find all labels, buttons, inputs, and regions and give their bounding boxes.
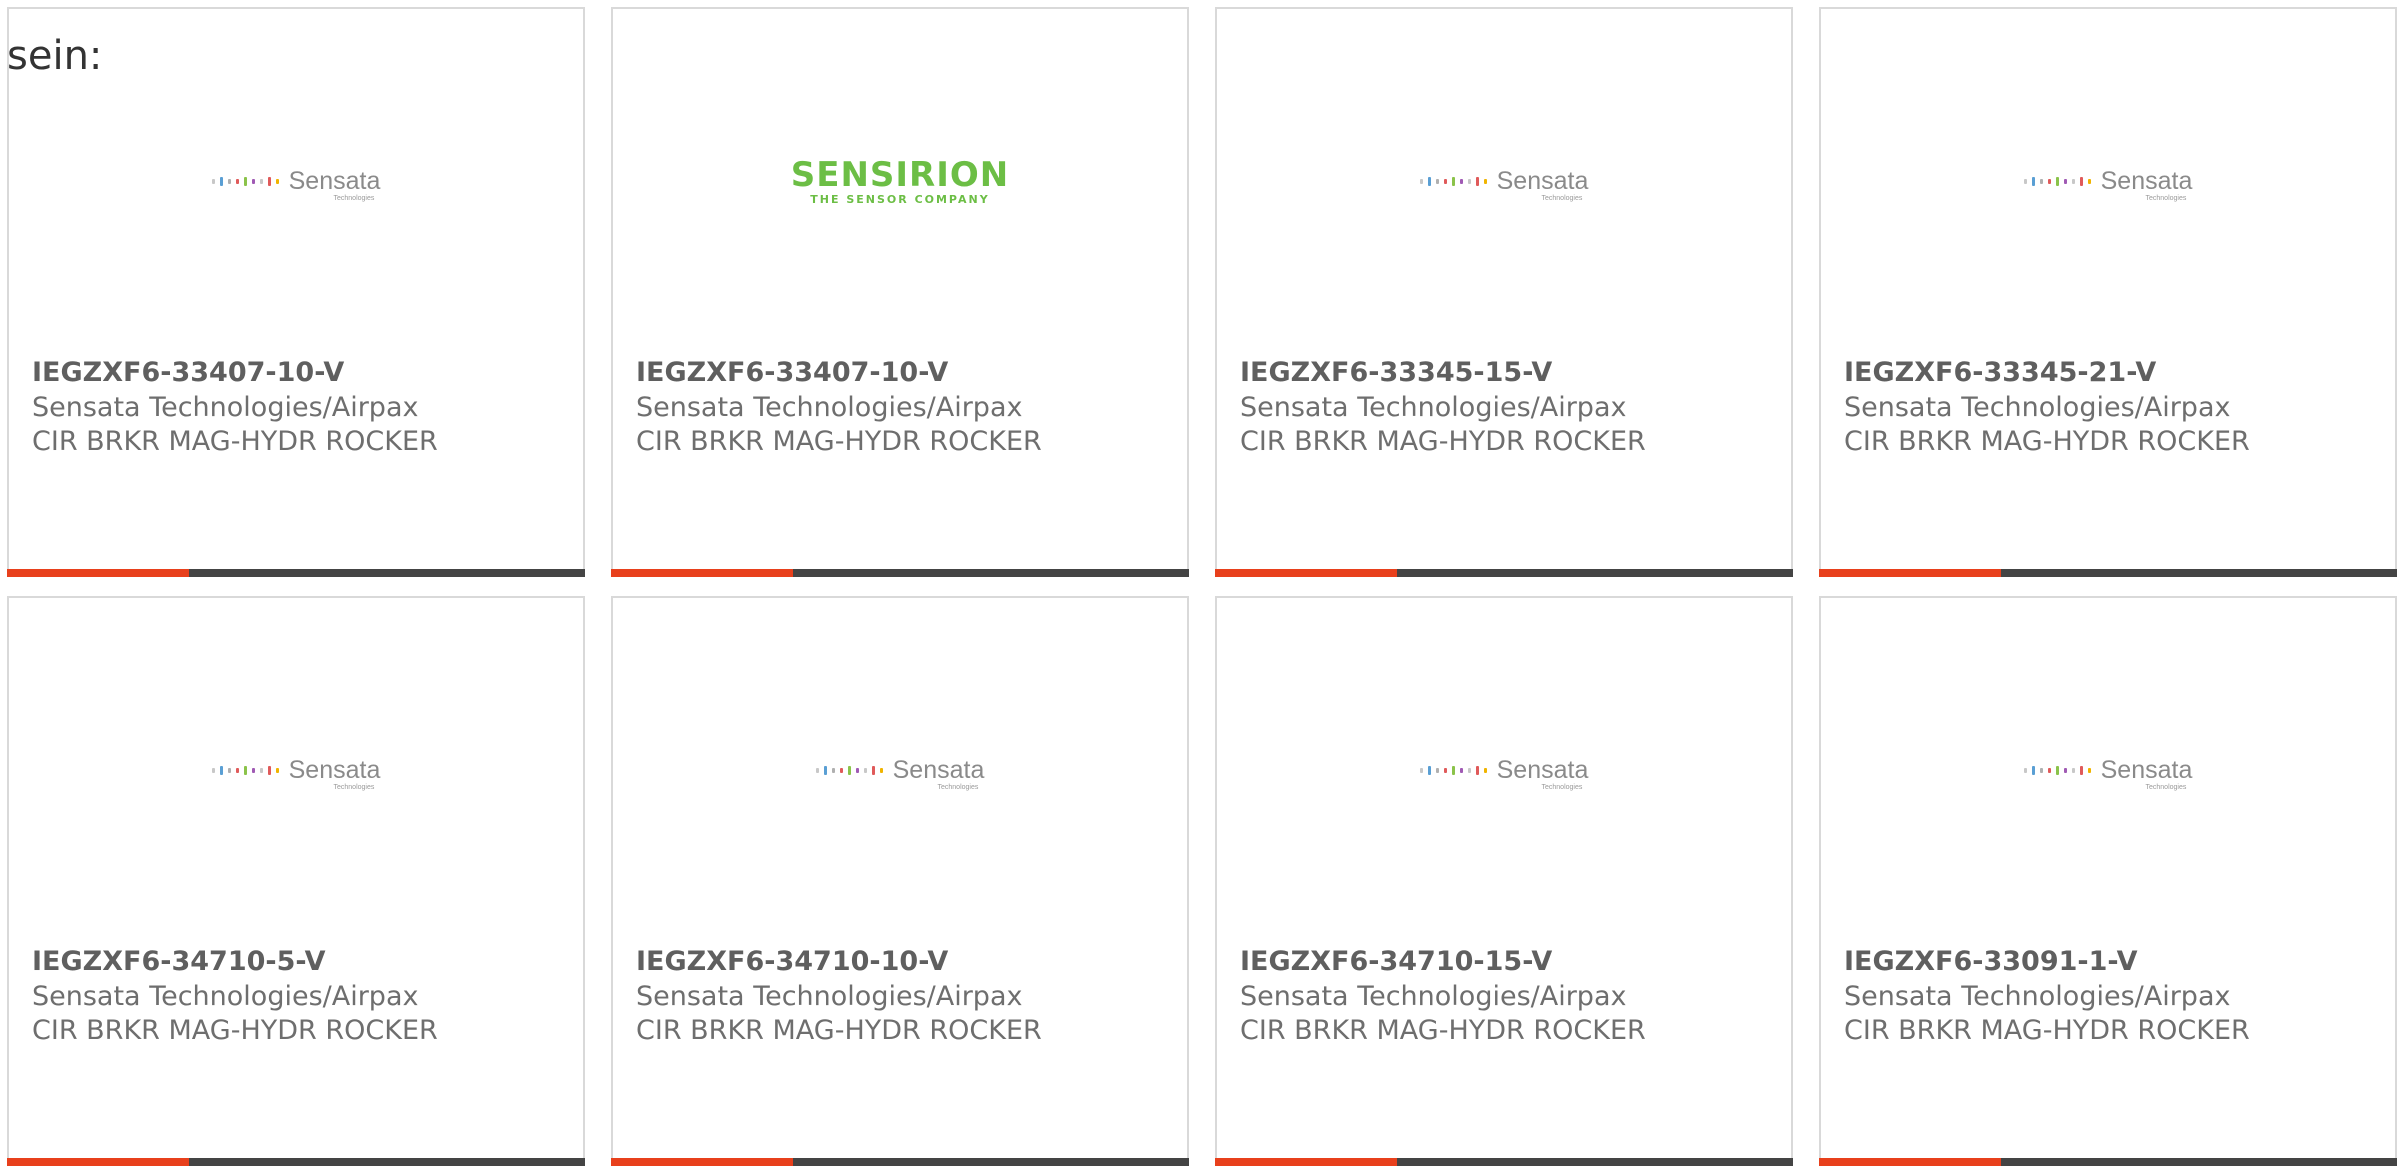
- product-description: CIR BRKR MAG-HYDR ROCKER: [32, 1015, 438, 1046]
- logo-subtext: Technologies: [333, 783, 375, 791]
- logo-text: Sensata Technologies: [1496, 755, 1589, 791]
- product-info: IEGZXF6-33345-21-V Sensata Technologies/A…: [1844, 355, 2250, 459]
- card-accent-bar: [611, 569, 793, 577]
- card-bottom-bar: [1819, 569, 2397, 577]
- product-card[interactable]: Sensata Technologies IEGZXF6-33407-10-V Sen…: [7, 7, 585, 577]
- sensata-logo: Sensata Technologies: [211, 166, 381, 202]
- card-accent-bar: [7, 569, 189, 577]
- product-card[interactable]: Sensata Technologies IEGZXF6-34710-5-V Sens…: [7, 596, 585, 1166]
- product-info: IEGZXF6-33407-10-V Sensata Technologies/A…: [636, 355, 1042, 459]
- manufacturer-name: Sensata Technologies/Airpax: [1240, 392, 1627, 423]
- manufacturer-logo: Sensata Technologies: [1821, 159, 2395, 203]
- logo-subtext: Technologies: [2145, 194, 2187, 202]
- product-card[interactable]: SENSIRION THE SENSOR COMPANY IEGZXF6-33407…: [611, 7, 1189, 577]
- manufacturer-name: Sensata Technologies/Airpax: [1844, 392, 2231, 423]
- product-description: CIR BRKR MAG-HYDR ROCKER: [1844, 426, 2250, 457]
- card-accent-bar: [1215, 1158, 1397, 1166]
- product-info: IEGZXF6-33091-1-V Sensata Technologies/Ai…: [1844, 944, 2250, 1048]
- logo-dots-icon: [1419, 765, 1487, 775]
- part-number[interactable]: IEGZXF6-33091-1-V: [1844, 944, 2250, 980]
- product-info: IEGZXF6-33407-10-V Sensata Technologies/A…: [32, 355, 438, 459]
- sensata-logo: Sensata Technologies: [1419, 755, 1589, 791]
- logo-subtext: Technologies: [1541, 194, 1583, 202]
- product-description: CIR BRKR MAG-HYDR ROCKER: [1240, 426, 1646, 457]
- logo-text: Sensata Technologies: [288, 166, 381, 202]
- logo-subtext: Technologies: [1541, 783, 1583, 791]
- card-bottom-bar: [611, 1158, 1189, 1166]
- product-description: CIR BRKR MAG-HYDR ROCKER: [636, 426, 1042, 457]
- logo-dots-icon: [815, 765, 883, 775]
- logo-dots-icon: [1419, 176, 1487, 186]
- sensata-logo: Sensata Technologies: [2023, 755, 2193, 791]
- logo-dots-icon: [2023, 176, 2091, 186]
- card-bottom-bar: [1819, 1158, 2397, 1166]
- card-accent-bar: [1215, 569, 1397, 577]
- card-accent-bar: [7, 1158, 189, 1166]
- product-card[interactable]: Sensata Technologies IEGZXF6-33345-15-V Sen…: [1215, 7, 1793, 577]
- product-description: CIR BRKR MAG-HYDR ROCKER: [636, 1015, 1042, 1046]
- intro-text: sein:: [7, 33, 103, 79]
- card-accent-bar: [611, 1158, 793, 1166]
- product-info: IEGZXF6-33345-15-V Sensata Technologies/A…: [1240, 355, 1646, 459]
- logo-dots-icon: [211, 765, 279, 775]
- product-info: IEGZXF6-34710-10-V Sensata Technologies/A…: [636, 944, 1042, 1048]
- part-number[interactable]: IEGZXF6-33345-21-V: [1844, 355, 2250, 391]
- part-number[interactable]: IEGZXF6-34710-10-V: [636, 944, 1042, 980]
- sensirion-logo: SENSIRION THE SENSOR COMPANY: [791, 158, 1010, 205]
- part-number[interactable]: IEGZXF6-33345-15-V: [1240, 355, 1646, 391]
- sensata-logo: Sensata Technologies: [211, 755, 381, 791]
- manufacturer-logo: SENSIRION THE SENSOR COMPANY: [613, 158, 1187, 205]
- logo-text: Sensata Technologies: [1496, 166, 1589, 202]
- manufacturer-logo: Sensata Technologies: [1217, 159, 1791, 203]
- product-info: IEGZXF6-34710-15-V Sensata Technologies/A…: [1240, 944, 1646, 1048]
- manufacturer-logo: Sensata Technologies: [1217, 748, 1791, 792]
- manufacturer-logo: Sensata Technologies: [1821, 748, 2395, 792]
- card-bottom-bar: [1215, 569, 1793, 577]
- card-bottom-bar: [1215, 1158, 1793, 1166]
- product-card[interactable]: Sensata Technologies IEGZXF6-34710-10-V Sen…: [611, 596, 1189, 1166]
- manufacturer-name: Sensata Technologies/Airpax: [636, 392, 1023, 423]
- card-accent-bar: [1819, 1158, 2001, 1166]
- manufacturer-logo: Sensata Technologies: [613, 748, 1187, 792]
- product-description: CIR BRKR MAG-HYDR ROCKER: [1240, 1015, 1646, 1046]
- product-description: CIR BRKR MAG-HYDR ROCKER: [32, 426, 438, 457]
- part-number[interactable]: IEGZXF6-33407-10-V: [636, 355, 1042, 391]
- manufacturer-name: Sensata Technologies/Airpax: [32, 981, 419, 1012]
- logo-dots-icon: [211, 176, 279, 186]
- manufacturer-name: Sensata Technologies/Airpax: [1844, 981, 2231, 1012]
- logo-dots-icon: [2023, 765, 2091, 775]
- logo-subtext: Technologies: [2145, 783, 2187, 791]
- card-accent-bar: [1819, 569, 2001, 577]
- sensata-logo: Sensata Technologies: [815, 755, 985, 791]
- manufacturer-name: Sensata Technologies/Airpax: [32, 392, 419, 423]
- manufacturer-logo: Sensata Technologies: [9, 748, 583, 792]
- card-bottom-bar: [611, 569, 1189, 577]
- product-info: IEGZXF6-34710-5-V Sensata Technologies/Ai…: [32, 944, 438, 1048]
- logo-text: Sensata Technologies: [892, 755, 985, 791]
- part-number[interactable]: IEGZXF6-34710-5-V: [32, 944, 438, 980]
- product-grid-page: sein: Sensata Technologies IEGZXF6-33407-1…: [0, 0, 2400, 1167]
- manufacturer-logo: Sensata Technologies: [9, 159, 583, 203]
- logo-text: Sensata Technologies: [2100, 166, 2193, 202]
- logo-text: Sensata Technologies: [288, 755, 381, 791]
- product-description: CIR BRKR MAG-HYDR ROCKER: [1844, 1015, 2250, 1046]
- card-bottom-bar: [7, 1158, 585, 1166]
- manufacturer-name: Sensata Technologies/Airpax: [1240, 981, 1627, 1012]
- product-card[interactable]: Sensata Technologies IEGZXF6-33091-1-V Sens…: [1819, 596, 2397, 1166]
- logo-text: SENSIRION: [790, 154, 1010, 195]
- part-number[interactable]: IEGZXF6-33407-10-V: [32, 355, 438, 391]
- sensata-logo: Sensata Technologies: [1419, 166, 1589, 202]
- logo-subtext: Technologies: [937, 783, 979, 791]
- product-card[interactable]: Sensata Technologies IEGZXF6-33345-21-V Sen…: [1819, 7, 2397, 577]
- logo-subtext: THE SENSOR COMPANY: [810, 192, 990, 206]
- sensata-logo: Sensata Technologies: [2023, 166, 2193, 202]
- manufacturer-name: Sensata Technologies/Airpax: [636, 981, 1023, 1012]
- logo-subtext: Technologies: [333, 194, 375, 202]
- product-card[interactable]: Sensata Technologies IEGZXF6-34710-15-V Sen…: [1215, 596, 1793, 1166]
- card-bottom-bar: [7, 569, 585, 577]
- part-number[interactable]: IEGZXF6-34710-15-V: [1240, 944, 1646, 980]
- logo-text: Sensata Technologies: [2100, 755, 2193, 791]
